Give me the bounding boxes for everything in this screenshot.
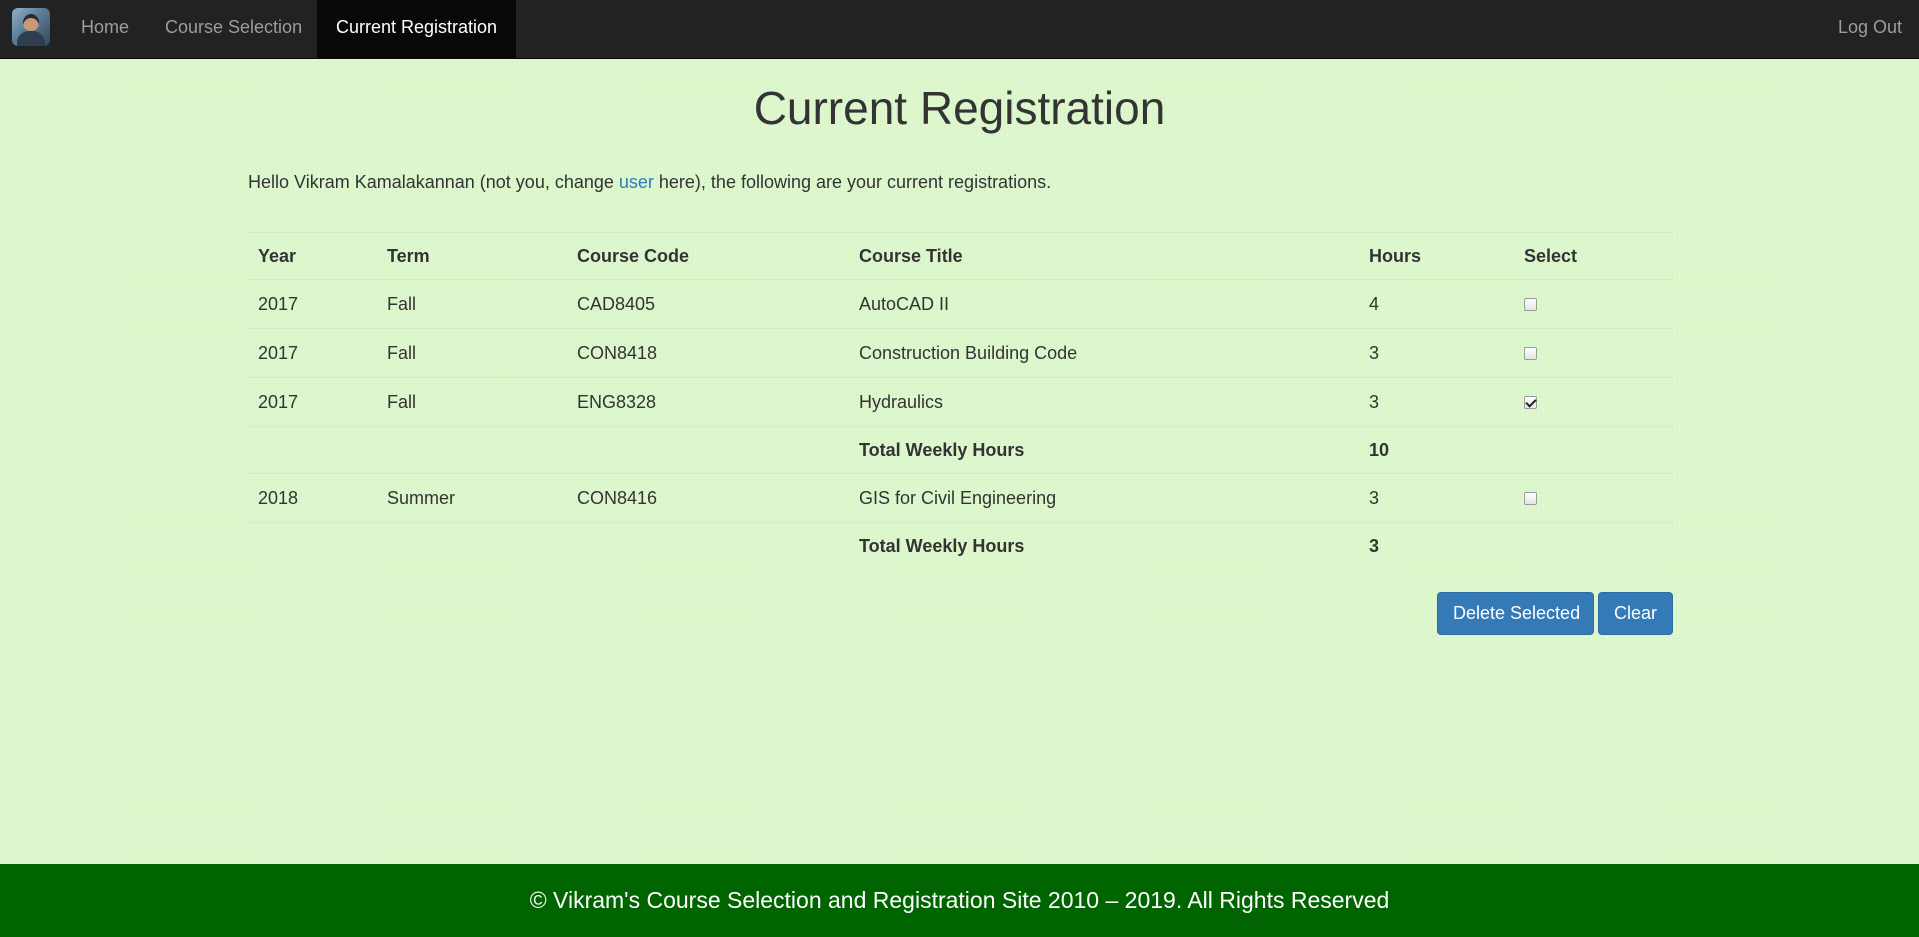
total-row: Total Weekly Hours 3: [248, 522, 1673, 569]
greeting-text: Hello Vikram Kamalakannan (not you, chan…: [248, 170, 1051, 194]
header-course-title: Course Title: [849, 232, 1359, 280]
total-value: 10: [1359, 426, 1514, 474]
greeting-prefix: Hello Vikram Kamalakannan (not you, chan…: [248, 172, 619, 192]
total-row: Total Weekly Hours 10: [248, 426, 1673, 474]
cell-course-title: GIS for Civil Engineering: [849, 473, 1359, 523]
cell-year: 2017: [248, 279, 377, 329]
cell-course-title: Construction Building Code: [849, 328, 1359, 378]
footer: © Vikram's Course Selection and Registra…: [0, 864, 1919, 937]
greeting-suffix: here), the following are your current re…: [653, 172, 1052, 192]
cell-course-code: CON8418: [567, 328, 849, 378]
cell-course-code: CON8416: [567, 473, 849, 523]
cell-term: Summer: [377, 473, 567, 523]
cell-select: [1514, 279, 1673, 329]
total-label: Total Weekly Hours: [849, 522, 1359, 569]
cell-hours: 4: [1359, 279, 1514, 329]
cell-year: 2017: [248, 377, 377, 427]
cell-course-code: ENG8328: [567, 377, 849, 427]
table-row: 2017 Fall CON8418 Construction Building …: [248, 328, 1673, 378]
total-label: Total Weekly Hours: [849, 426, 1359, 474]
table-row: 2017 Fall ENG8328 Hydraulics 3: [248, 377, 1673, 427]
cell-course-code: CAD8405: [567, 279, 849, 329]
cell-select: [1514, 328, 1673, 378]
cell-course-title: Hydraulics: [849, 377, 1359, 427]
total-value: 3: [1359, 522, 1514, 569]
header-term: Term: [377, 232, 567, 280]
delete-selected-button[interactable]: Delete Selected: [1437, 592, 1594, 635]
cell-term: Fall: [377, 328, 567, 378]
logout-link[interactable]: Log Out: [1821, 0, 1919, 58]
nav-course-selection-link[interactable]: Course Selection: [147, 0, 320, 58]
header-select: Select: [1514, 232, 1673, 280]
select-checkbox[interactable]: [1524, 347, 1537, 361]
footer-text: © Vikram's Course Selection and Registra…: [529, 887, 1390, 913]
cell-term: Fall: [377, 279, 567, 329]
cell-hours: 3: [1359, 473, 1514, 523]
select-checkbox[interactable]: [1524, 396, 1537, 410]
nav-home-link[interactable]: Home: [63, 0, 147, 58]
user-avatar-logo-icon[interactable]: [12, 8, 50, 46]
change-user-link[interactable]: user: [619, 172, 654, 192]
header-hours: Hours: [1359, 232, 1514, 280]
cell-year: 2018: [248, 473, 377, 523]
page-title: Current Registration: [753, 82, 1166, 134]
cell-year: 2017: [248, 328, 377, 378]
header-course-code: Course Code: [567, 232, 849, 280]
header-year: Year: [248, 232, 377, 280]
table-header-row: Year Term Course Code Course Title Hours…: [248, 232, 1673, 280]
registration-table: Year Term Course Code Course Title Hours…: [248, 232, 1673, 569]
table-row: 2018 Summer CON8416 GIS for Civil Engine…: [248, 473, 1673, 523]
select-checkbox[interactable]: [1524, 492, 1537, 506]
cell-hours: 3: [1359, 377, 1514, 427]
table-row: 2017 Fall CAD8405 AutoCAD II 4: [248, 279, 1673, 329]
cell-hours: 3: [1359, 328, 1514, 378]
nav-current-registration-link[interactable]: Current Registration: [317, 0, 517, 58]
navbar: Home Course Selection Current Registrati…: [0, 0, 1919, 59]
cell-select: [1514, 377, 1673, 427]
clear-button[interactable]: Clear: [1598, 592, 1673, 635]
select-checkbox[interactable]: [1524, 298, 1537, 312]
cell-term: Fall: [377, 377, 567, 427]
cell-select: [1514, 473, 1673, 523]
cell-course-title: AutoCAD II: [849, 279, 1359, 329]
